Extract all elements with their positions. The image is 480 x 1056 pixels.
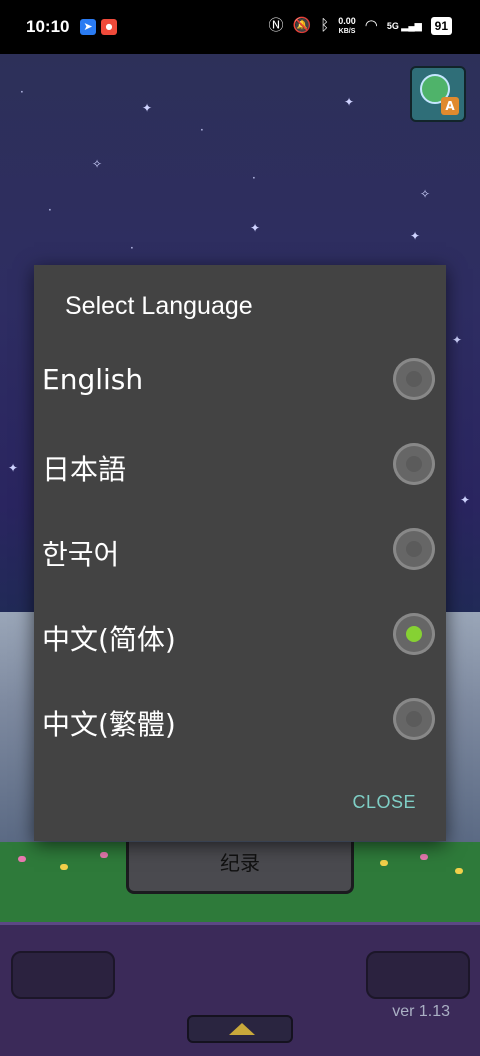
bluetooth-icon: ᛒ bbox=[320, 17, 330, 34]
star-decoration: ✦ bbox=[460, 493, 471, 507]
status-bar: 10:10 ➤ ● Ⓝ 🔕 ᛒ 0.00 KB/S ◠ 5G ▂▄▆ 91 bbox=[0, 0, 480, 54]
radio-button[interactable] bbox=[393, 698, 435, 740]
star-decoration: ✧ bbox=[420, 187, 431, 201]
nfc-icon: Ⓝ bbox=[268, 17, 284, 34]
version-label: ver 1.13 bbox=[392, 1003, 450, 1020]
star-decoration: ✦ bbox=[142, 101, 153, 115]
status-time: 10:10 bbox=[26, 17, 70, 36]
language-label: English bbox=[42, 363, 144, 396]
translate-a-icon: A bbox=[441, 97, 459, 115]
radio-dot bbox=[406, 456, 422, 472]
language-label: 中文(繁體) bbox=[42, 708, 176, 741]
right-panel-button[interactable] bbox=[366, 951, 470, 999]
network-speed-value: 0.00 bbox=[338, 15, 356, 26]
star-decoration: · bbox=[20, 85, 24, 99]
signal-label: 5G bbox=[386, 20, 399, 31]
notification-app-icon: ➤ bbox=[80, 19, 96, 35]
battery-icon: 91 bbox=[430, 17, 452, 35]
up-arrow-icon bbox=[229, 1023, 255, 1035]
language-option-chinese-traditional[interactable]: 中文(繁體) bbox=[34, 677, 446, 762]
network-speed-unit: KB/S bbox=[338, 27, 356, 35]
status-icons: Ⓝ 🔕 ᛒ 0.00 KB/S ◠ 5G ▂▄▆ 91 bbox=[269, 16, 452, 36]
record-button[interactable]: 纪录 bbox=[126, 842, 354, 894]
radio-dot bbox=[406, 541, 422, 557]
language-dialog: Select Language English 日本語 한국어 中文(简体) 中… bbox=[34, 265, 446, 841]
mute-icon: 🔕 bbox=[292, 17, 312, 34]
flower-decoration bbox=[100, 852, 108, 858]
radio-button-selected[interactable] bbox=[393, 613, 435, 655]
radio-dot bbox=[406, 711, 422, 727]
language-option-english[interactable]: English bbox=[34, 337, 446, 422]
language-label: 日本語 bbox=[42, 453, 127, 486]
flower-decoration bbox=[455, 868, 463, 874]
wifi-icon: ◠ bbox=[364, 17, 378, 34]
radio-button[interactable] bbox=[393, 528, 435, 570]
flower-decoration bbox=[18, 856, 26, 862]
star-decoration: ✦ bbox=[452, 333, 463, 347]
expand-up-button[interactable] bbox=[187, 1015, 293, 1043]
language-option-korean[interactable]: 한국어 bbox=[34, 507, 446, 592]
notification-app-icon-2: ● bbox=[101, 19, 117, 35]
flower-decoration bbox=[420, 854, 428, 860]
radio-dot bbox=[406, 371, 422, 387]
translate-language-button[interactable]: A bbox=[410, 66, 466, 122]
language-label: 한국어 bbox=[42, 538, 120, 571]
radio-button[interactable] bbox=[393, 443, 435, 485]
radio-dot bbox=[406, 626, 422, 642]
star-decoration: · bbox=[130, 241, 134, 255]
star-decoration: ✦ bbox=[8, 461, 19, 475]
language-option-chinese-simplified[interactable]: 中文(简体) bbox=[34, 592, 446, 677]
dialog-title: Select Language bbox=[65, 292, 253, 320]
close-button[interactable]: CLOSE bbox=[352, 792, 416, 813]
flower-decoration bbox=[60, 864, 68, 870]
star-decoration: ✦ bbox=[410, 229, 421, 243]
radio-button[interactable] bbox=[393, 358, 435, 400]
left-panel-button[interactable] bbox=[11, 951, 115, 999]
star-decoration: · bbox=[200, 123, 204, 137]
language-option-japanese[interactable]: 日本語 bbox=[34, 422, 446, 507]
language-label: 中文(简体) bbox=[42, 623, 176, 656]
flower-decoration bbox=[380, 860, 388, 866]
star-decoration: · bbox=[252, 171, 256, 185]
star-decoration: ✧ bbox=[92, 157, 103, 171]
star-decoration: ✦ bbox=[250, 221, 261, 235]
signal-icon: 5G ▂▄▆ bbox=[386, 20, 422, 31]
star-decoration: ✦ bbox=[344, 95, 355, 109]
network-speed: 0.00 KB/S bbox=[338, 15, 356, 36]
star-decoration: · bbox=[48, 203, 52, 217]
